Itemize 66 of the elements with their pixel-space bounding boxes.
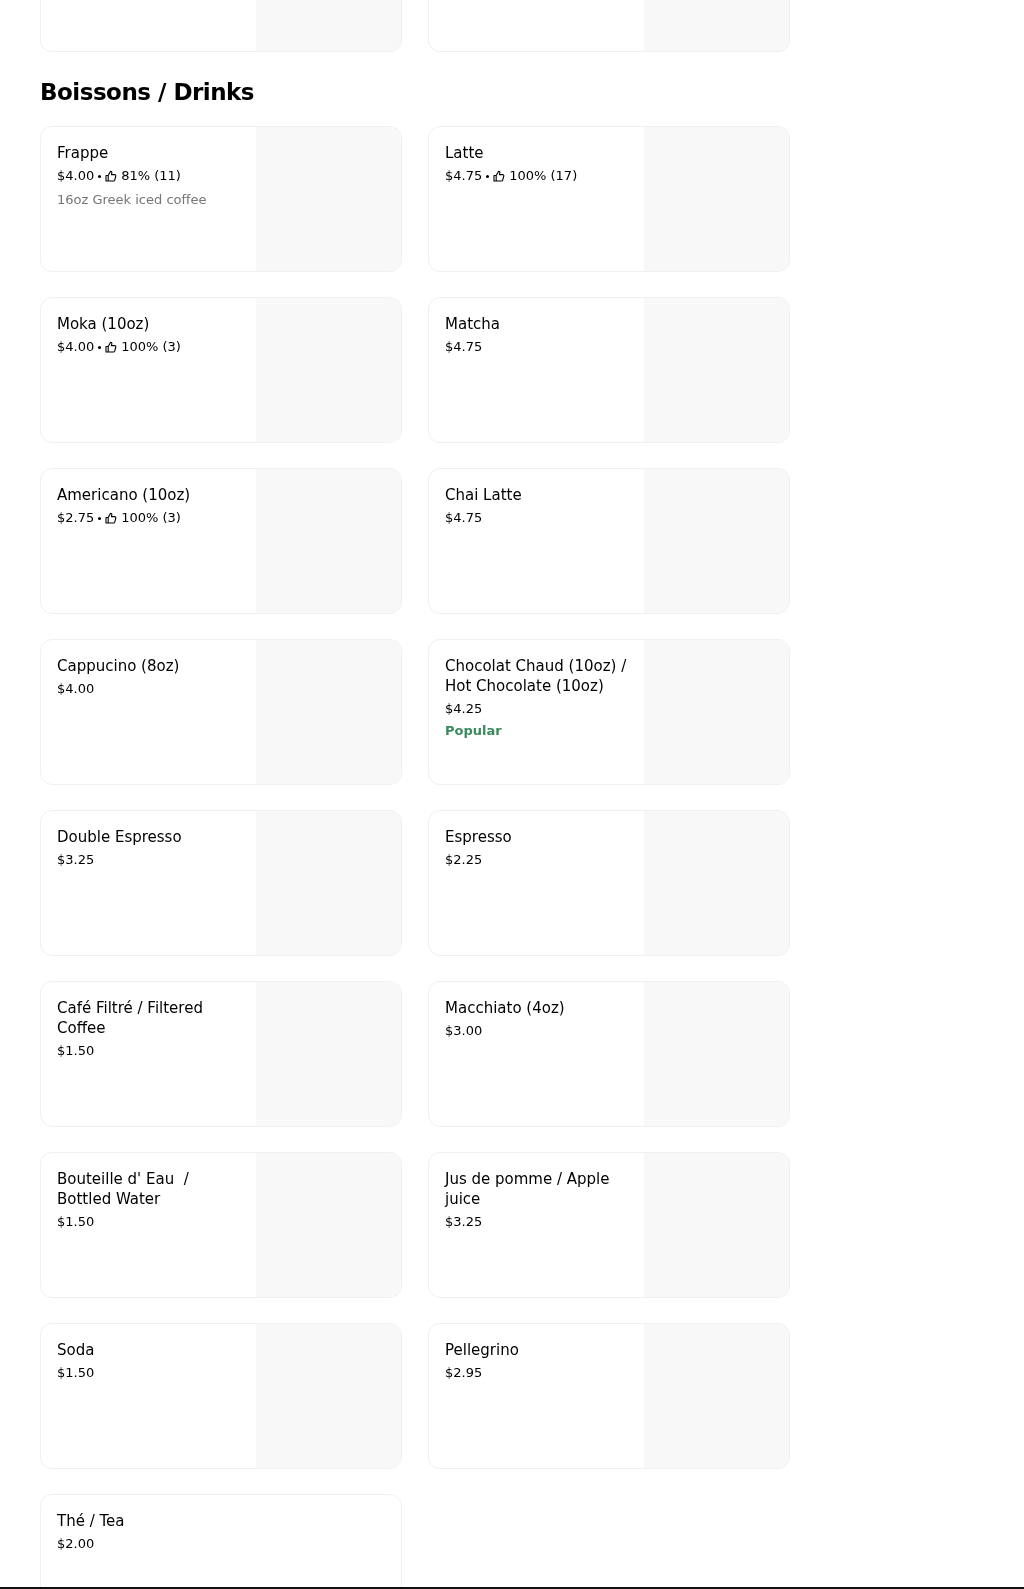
item-price: $4.00 — [57, 681, 95, 697]
menu-item-card[interactable]: Thé / Tea $2.00 — [40, 1494, 402, 1589]
item-price: $2.75 — [57, 510, 95, 526]
item-name: Chocolat Chaud (10oz) / Hot Chocolate (10oz) — [445, 656, 628, 696]
menu-item-card[interactable]: Macchiato (4oz) $3.00 — [428, 981, 790, 1127]
item-rating: 81% (11) — [121, 168, 181, 184]
item-name: Espresso — [445, 827, 513, 847]
item-name: Latte — [445, 143, 485, 163]
item-name: Americano (10oz) — [57, 485, 192, 505]
item-price: $4.25 — [445, 701, 483, 717]
menu-item-card[interactable]: Moka (10oz) $4.00 100% (3) — [40, 297, 402, 443]
menu-item-card[interactable]: Americano (10oz) $2.75 100% (3) — [40, 468, 402, 614]
popular-label: Popular — [445, 723, 503, 739]
item-price: $2.95 — [445, 1365, 483, 1381]
item-name: Bouteille d' Eau / Bottled Water — [57, 1169, 190, 1209]
menu-item-card[interactable]: Matcha $4.75 — [428, 297, 790, 443]
menu-item-card[interactable]: Jus de pomme / Apple juice $3.25 — [428, 1152, 790, 1298]
menu-item-card[interactable]: Bouteille d' Eau / Bottled Water $1.50 — [40, 1152, 402, 1298]
item-name: Double Espresso — [57, 827, 183, 847]
separator-dot — [486, 174, 490, 178]
item-name: Frappe — [57, 143, 110, 163]
menu-item-card[interactable]: Soda $1.50 — [40, 1323, 402, 1469]
thumbs-up-icon — [493, 170, 506, 182]
item-rating: 100% (3) — [121, 510, 181, 526]
item-price: $3.25 — [57, 852, 95, 868]
item-description: 16oz Greek iced coffee — [57, 192, 208, 208]
menu-item-card[interactable]: Chai Latte $4.75 — [428, 468, 790, 614]
item-price: $4.00 — [57, 339, 95, 355]
menu-item-card[interactable]: Frappe $4.00 81% (11) 16oz Greek iced coffee — [40, 126, 402, 272]
thumbs-up-icon — [105, 170, 118, 182]
item-name: Chai Latte — [445, 485, 523, 505]
menu-item-card[interactable]: Cappucino (8oz) $4.00 — [40, 639, 402, 785]
item-price: $1.50 — [57, 1365, 95, 1381]
thumbs-up-icon — [105, 512, 118, 524]
section-heading: Boissons / Drinks — [40, 78, 256, 107]
item-price: $2.25 — [445, 852, 483, 868]
item-name: Thé / Tea — [57, 1511, 126, 1531]
thumbs-up-icon — [105, 341, 118, 353]
item-price: $2.00 — [57, 1536, 95, 1552]
item-price: $4.75 — [445, 168, 483, 184]
item-price: $1.50 — [57, 1214, 95, 1230]
separator-dot — [98, 174, 102, 178]
item-price: $1.50 — [57, 1043, 95, 1059]
menu-item-card[interactable]: Double Espresso $3.25 — [40, 810, 402, 956]
menu-item-card[interactable]: Latte $4.75 100% (17) — [428, 126, 790, 272]
item-name: Macchiato (4oz) — [445, 998, 566, 1018]
item-price: $4.75 — [445, 510, 483, 526]
item-name: Jus de pomme / Apple juice — [445, 1169, 611, 1209]
item-name: Moka (10oz) — [57, 314, 151, 334]
menu-item-card[interactable]: Pellegrino $2.95 — [428, 1323, 790, 1469]
menu-item-card[interactable]: Espresso $2.25 — [428, 810, 790, 956]
menu-item-card[interactable]: Café Filtré / Filtered Coffee $1.50 — [40, 981, 402, 1127]
separator-dot — [98, 516, 102, 520]
item-price: $4.00 — [57, 168, 95, 184]
item-name: Matcha — [445, 314, 501, 334]
item-name: Pellegrino — [445, 1340, 520, 1360]
item-price: $4.75 — [445, 339, 483, 355]
item-rating: 100% (3) — [121, 339, 181, 355]
separator-dot — [98, 345, 102, 349]
item-name: Cappucino (8oz) — [57, 656, 181, 676]
item-name: Café Filtré / Filtered Coffee — [57, 998, 204, 1038]
item-rating: 100% (17) — [509, 168, 578, 184]
item-price: $3.00 — [445, 1023, 483, 1039]
item-price: $3.25 — [445, 1214, 483, 1230]
item-name: Soda — [57, 1340, 96, 1360]
menu-item-card[interactable]: Chocolat Chaud (10oz) / Hot Chocolate (10oz) $4.25 Popular — [428, 639, 790, 785]
